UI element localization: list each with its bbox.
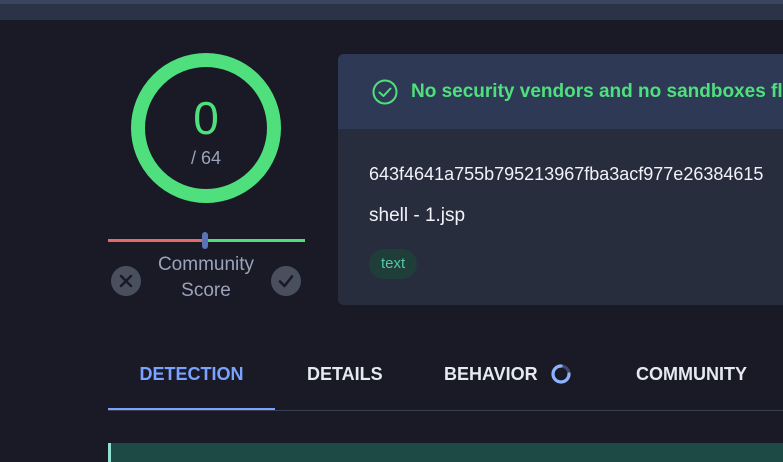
check-circle-icon xyxy=(372,79,398,105)
detection-status-text: No security vendors and no sandboxes fla xyxy=(411,81,783,102)
detection-score-total: / 64 xyxy=(190,148,222,168)
detection-results-panel xyxy=(108,443,783,462)
top-header-bar xyxy=(0,0,783,20)
tab-community-label: COMMUNITY xyxy=(636,364,747,384)
community-score-marker xyxy=(202,232,208,249)
detection-score-value: 0 xyxy=(193,92,219,144)
header-stripe xyxy=(0,0,783,4)
file-report-card: No security vendors and no sandboxes fla… xyxy=(338,54,783,305)
loading-spinner-icon xyxy=(551,364,571,384)
tab-behavior-label: BEHAVIOR xyxy=(444,364,538,384)
file-type-tag[interactable]: text xyxy=(369,249,418,279)
tab-detection-label: DETECTION xyxy=(139,364,244,384)
community-score-bar xyxy=(108,232,305,249)
community-score-label: Community Score xyxy=(136,252,276,304)
x-icon xyxy=(119,274,133,288)
tab-details-label: DETAILS xyxy=(307,364,383,384)
tab-community[interactable]: COMMUNITY xyxy=(636,355,747,410)
community-positive-segment xyxy=(206,239,305,242)
tabs-divider xyxy=(108,410,783,411)
tab-detection[interactable]: DETECTION xyxy=(108,355,275,410)
detection-status-banner: No security vendors and no sandboxes fla xyxy=(338,54,783,129)
file-name: shell - 1.jsp xyxy=(369,205,466,226)
file-hash[interactable]: 643f4641a755b795213967fba3acf977e2638461… xyxy=(369,164,763,185)
community-label-line2: Score xyxy=(181,280,231,301)
tab-behavior[interactable]: BEHAVIOR xyxy=(444,355,571,410)
community-label-line1: Community xyxy=(157,254,255,275)
tab-details[interactable]: DETAILS xyxy=(307,355,383,410)
upvote-button[interactable] xyxy=(271,266,301,296)
report-tabs: DETECTION DETAILS BEHAVIOR COMMUNITY xyxy=(108,355,783,411)
community-negative-segment xyxy=(108,239,206,242)
check-icon xyxy=(278,275,294,288)
